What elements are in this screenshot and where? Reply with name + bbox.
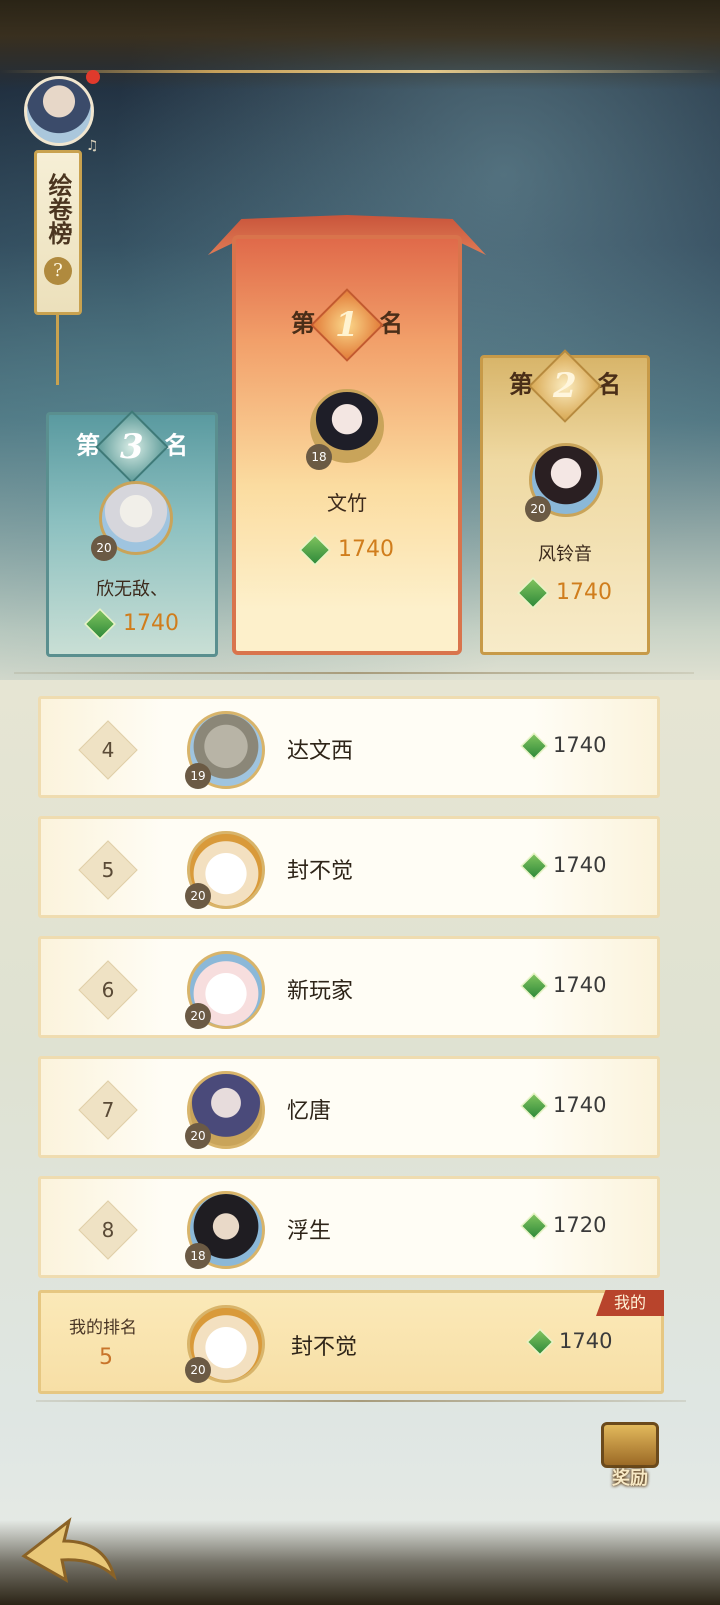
my-rank-row[interactable]: 我的排名 5 20 封不觉 1740 我的	[38, 1290, 664, 1394]
list-item[interactable]: 8 18 浮生 1720	[38, 1176, 660, 1278]
level-badge: 18	[306, 444, 332, 470]
level-badge: 20	[91, 535, 117, 561]
score: 1740	[520, 1092, 606, 1120]
my-rank-label: 我的排名	[69, 1318, 137, 1338]
leaderboard-title: 绘卷榜	[44, 173, 73, 245]
player-name: 达文西	[287, 739, 354, 764]
back-arrow-icon[interactable]	[14, 1496, 124, 1586]
score: 1740	[236, 534, 458, 566]
rank-badge: 5	[78, 840, 138, 900]
score: 1720	[520, 1212, 606, 1240]
podium-first[interactable]: 第1名 18 文竹 1740	[232, 235, 462, 655]
level-badge: 18	[185, 1243, 211, 1269]
gem-icon	[526, 1328, 554, 1356]
notification-dot	[86, 70, 100, 84]
player-name: 欣无敌、	[96, 579, 168, 600]
question-icon[interactable]: ?	[44, 257, 72, 285]
my-rank-value: 5	[99, 1345, 113, 1370]
podium-second[interactable]: 第2名 20 风铃音 1740	[480, 349, 650, 655]
player-name: 风铃音	[538, 544, 592, 565]
top-frame-decoration	[0, 0, 720, 90]
leaderboard-scroll-tag[interactable]: 绘卷榜 ?	[34, 150, 82, 315]
player-avatar[interactable]	[24, 76, 94, 146]
list-item[interactable]: 4 19 达文西 1740	[38, 696, 660, 798]
player-name: 浮生	[287, 1219, 332, 1244]
level-badge: 20	[185, 1003, 211, 1029]
rank-title-1: 第1名	[236, 288, 458, 362]
scroll-string	[56, 315, 59, 385]
score: 1740	[520, 732, 606, 760]
gem-icon	[520, 852, 548, 880]
level-badge: 19	[185, 763, 211, 789]
podium-third[interactable]: 第3名 20 欣无敌、 1740	[46, 410, 218, 657]
rank-badge: 7	[78, 1080, 138, 1140]
divider-bottom	[36, 1400, 686, 1402]
player-name: 封不觉	[287, 859, 354, 884]
score: 1740	[526, 1328, 612, 1356]
list-item[interactable]: 5 20 封不觉 1740	[38, 816, 660, 918]
rank-title-2: 第2名	[483, 349, 647, 423]
gem-icon	[299, 534, 331, 566]
rank-badge: 8	[78, 1200, 138, 1260]
treasure-chest-icon	[601, 1422, 659, 1468]
divider-top	[14, 672, 694, 674]
reward-label: 奖励	[612, 1468, 648, 1489]
score: 1740	[49, 608, 215, 640]
player-name: 新玩家	[287, 979, 354, 1004]
score: 1740	[520, 972, 606, 1000]
level-badge: 20	[525, 496, 551, 522]
my-badge: 我的	[596, 1290, 664, 1316]
player-name: 文竹	[327, 491, 367, 515]
score: 1740	[520, 852, 606, 880]
gem-icon	[517, 577, 549, 609]
list-item[interactable]: 7 20 忆唐 1740	[38, 1056, 660, 1158]
bell-icon: ♫	[86, 138, 99, 154]
rank-title-3: 第3名	[49, 410, 215, 484]
gem-icon	[520, 1212, 548, 1240]
score: 1740	[483, 577, 647, 609]
player-name: 封不觉	[291, 1335, 358, 1360]
rank-badge: 6	[78, 960, 138, 1020]
list-item[interactable]: 6 20 新玩家 1740	[38, 936, 660, 1038]
reward-button[interactable]: 奖励	[594, 1422, 666, 1500]
gem-icon	[520, 972, 548, 1000]
player-name: 忆唐	[287, 1099, 332, 1124]
level-badge: 20	[185, 1123, 211, 1149]
level-badge: 20	[185, 883, 211, 909]
gem-icon	[520, 1092, 548, 1120]
level-badge: 20	[185, 1357, 211, 1383]
rank-badge: 4	[78, 720, 138, 780]
gem-icon	[520, 732, 548, 760]
gem-icon	[84, 608, 116, 640]
